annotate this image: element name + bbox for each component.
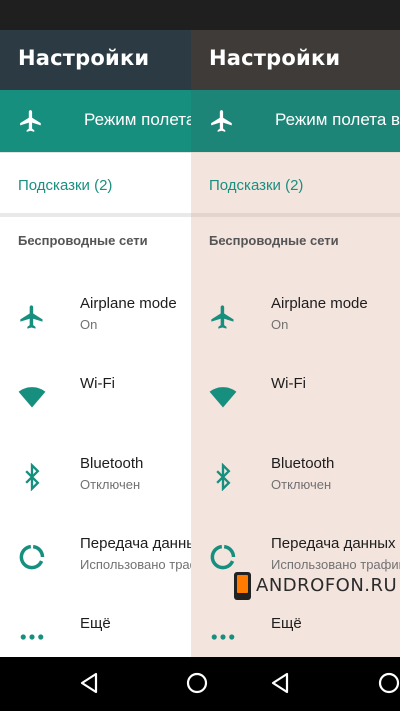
bluetooth-icon <box>216 463 231 491</box>
item-subtitle: Использовано трафика <box>80 557 209 572</box>
airplane-icon <box>211 110 232 132</box>
item-subtitle: Использовано трафика <box>271 557 400 572</box>
item-title: Airplane mode <box>271 295 368 312</box>
settings-panel-left: Настройки Режим полета в Подсказки (2) Б… <box>0 0 209 711</box>
list-item-airplane-mode[interactable]: Airplane mode On <box>0 287 209 349</box>
wifi-icon <box>18 387 46 408</box>
toolbar: Настройки <box>0 30 209 90</box>
list-item-bluetooth[interactable]: Bluetooth Отключен <box>0 447 209 509</box>
item-title: Ещё <box>80 615 111 632</box>
settings-list: Подсказки (2) Беспроводные сети Airplane… <box>0 152 209 657</box>
home-icon[interactable] <box>186 672 208 694</box>
airplane-banner-label: Режим полета в <box>275 110 400 129</box>
item-subtitle: Отключен <box>80 477 141 492</box>
more-icon <box>20 634 44 640</box>
wifi-icon <box>209 387 237 408</box>
item-title: Wi-Fi <box>80 375 115 392</box>
back-icon[interactable] <box>270 672 290 694</box>
back-icon[interactable] <box>79 672 99 694</box>
section-header-wireless: Беспроводные сети <box>18 233 148 248</box>
item-title: Wi-Fi <box>271 375 306 392</box>
list-item-wifi[interactable]: Wi-Fi <box>191 367 400 429</box>
status-bar <box>191 0 400 30</box>
suggestions-row[interactable]: Подсказки (2) <box>0 152 209 217</box>
settings-panel-right: Настройки Режим полета в Подсказки (2) Б… <box>191 0 400 711</box>
list-item-airplane-mode[interactable]: Airplane mode On <box>191 287 400 349</box>
bluetooth-icon <box>25 463 40 491</box>
status-bar <box>0 0 209 30</box>
suggestions-label: Подсказки (2) <box>18 177 113 194</box>
toolbar: Настройки <box>191 30 400 90</box>
airplane-icon <box>20 110 41 132</box>
page-title: Настройки <box>209 46 341 70</box>
watermark-text: ANDROFON.RU <box>256 575 398 596</box>
airplane-mode-banner[interactable]: Режим полета в <box>0 90 209 152</box>
data-usage-icon <box>210 544 236 570</box>
airplane-icon <box>20 305 43 329</box>
section-header-wireless: Беспроводные сети <box>209 233 339 248</box>
item-subtitle: Отключен <box>271 477 332 492</box>
page-title: Настройки <box>18 46 150 70</box>
item-subtitle: On <box>80 317 98 332</box>
phone-logo-icon <box>234 572 251 600</box>
list-item-bluetooth[interactable]: Bluetooth Отключен <box>191 447 400 509</box>
airplane-mode-banner[interactable]: Режим полета в <box>191 90 400 152</box>
suggestions-label: Подсказки (2) <box>209 177 304 194</box>
item-title: Ещё <box>271 615 302 632</box>
item-title: Передача данных <box>80 535 205 552</box>
item-subtitle: On <box>271 317 289 332</box>
list-item-data-usage[interactable]: Передача данных Использовано трафика <box>0 527 209 589</box>
suggestions-row[interactable]: Подсказки (2) <box>191 152 400 217</box>
airplane-icon <box>211 305 234 329</box>
item-title: Передача данных <box>271 535 396 552</box>
data-usage-icon <box>19 544 45 570</box>
item-title: Bluetooth <box>271 455 335 472</box>
home-icon[interactable] <box>378 672 400 694</box>
more-icon <box>211 634 235 640</box>
item-title: Airplane mode <box>80 295 177 312</box>
item-title: Bluetooth <box>80 455 144 472</box>
list-item-wifi[interactable]: Wi-Fi <box>0 367 209 429</box>
navigation-bar <box>0 657 400 711</box>
